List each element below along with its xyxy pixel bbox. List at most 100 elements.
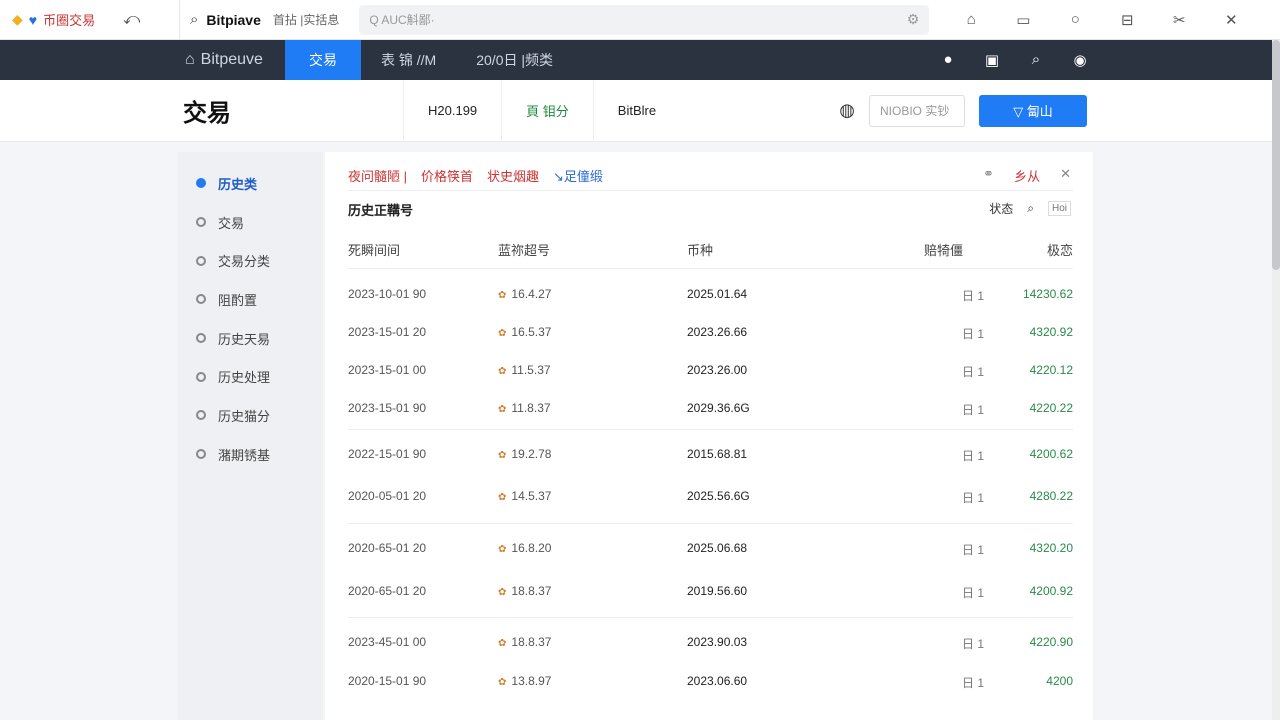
bubble-icon[interactable]: ○ xyxy=(1049,11,1101,28)
sidebar-item-misc[interactable]: 潴期锈基 xyxy=(178,435,323,474)
link-icon[interactable]: ⚭ xyxy=(983,166,994,185)
close-icon[interactable]: ✕ xyxy=(1205,11,1257,29)
cell-time: 2023-15-01 20 xyxy=(348,325,427,339)
table-row[interactable]: 2023-10-01 90 ✿ 16.4.27 2025.01.64 日 1 14… xyxy=(348,287,1073,307)
cell-time: 2023-15-01 90 xyxy=(348,401,427,415)
back-button[interactable]: ⤺ xyxy=(123,11,140,29)
cell-coin: 2023.06.60 xyxy=(687,674,748,688)
header-input[interactable]: NIOBIO 实钞 xyxy=(869,94,965,127)
sidebar-item-trade[interactable]: 交易 xyxy=(178,203,323,242)
scrollbar-thumb[interactable] xyxy=(1272,40,1280,270)
sidebar-item-label: 历史猫分 xyxy=(218,408,271,424)
cell-qty: 日 1 xyxy=(962,289,985,303)
document-icon[interactable]: ▣ xyxy=(970,51,1014,69)
divider xyxy=(348,268,1073,269)
search-placeholder: Q AUC斛鄙· xyxy=(369,13,435,27)
sidebar-item-settings[interactable]: 阻酌置 xyxy=(178,280,323,319)
nav-right-icons: ● ▣ ⌕ ◉ xyxy=(926,51,1102,69)
sidebar: 历史类 交易 交易分类 阻酌置 历史天易 历史处理 历史猫分 潴期锈基 xyxy=(178,152,323,720)
table-row[interactable]: 2022-15-01 90 ✿ 19.2.78 2015.68.81 日 1 42… xyxy=(348,447,1073,467)
sidebar-item-history-trade[interactable]: 历史天易 xyxy=(178,319,323,358)
column-header[interactable]: 极恋 xyxy=(1047,240,1073,259)
stat-asset: BitBlre xyxy=(592,79,680,142)
sidebar-item-trade-category[interactable]: 交易分类 xyxy=(178,241,323,280)
page-scrollbar[interactable] xyxy=(1272,40,1280,720)
divider xyxy=(348,190,1073,191)
filter-tab-4[interactable]: ↘足僮缎 xyxy=(553,166,603,185)
filter-tab-2[interactable]: 价格筷首 xyxy=(421,166,473,185)
sidebar-item-history[interactable]: 历史类 xyxy=(178,164,323,203)
cell-coin: 2025.56.6G xyxy=(687,489,750,503)
diamond-icon: ◆ xyxy=(12,11,23,27)
filter-bar: 夜问髓陋 | 价格筷首 状史烟趣 ↘足僮缎 xyxy=(348,166,617,185)
filter-tab-1[interactable]: 夜问髓陋 | xyxy=(348,166,407,185)
table-row[interactable]: 2020-65-01 20 ✿ 16.8.20 2025.06.68 日 1 43… xyxy=(348,541,1073,561)
cell-code: ✿ 13.8.97 xyxy=(498,674,552,688)
address-area: ⌕ Bitpiave 首拈 |实括息 Q AUC斛鄙· ⚙ xyxy=(180,0,930,40)
table-row[interactable]: 2023-15-01 00 ✿ 11.5.37 2023.26.00 日 1 42… xyxy=(348,363,1073,383)
sidebar-item-history-process[interactable]: 历史处理 xyxy=(178,357,323,396)
section-tools: 状态 ⌕ Hoi xyxy=(975,200,1071,217)
cell-time: 2023-10-01 90 xyxy=(348,287,427,301)
home-icon[interactable]: ⌂ xyxy=(945,11,997,28)
nav-logo-text: Bitpeuve xyxy=(200,51,263,68)
sidebar-item-label: 阻酌置 xyxy=(218,292,258,308)
filter-tab-3[interactable]: 状史烟趣 xyxy=(487,166,539,185)
cell-time: 2022-15-01 90 xyxy=(348,447,427,461)
column-header[interactable]: 死瞬间间 xyxy=(348,240,400,259)
search-icon[interactable]: ⌕ xyxy=(1027,201,1034,216)
coin-icon: ✿ xyxy=(498,366,507,377)
cell-coin: 2023.26.00 xyxy=(687,363,748,377)
search-input[interactable]: Q AUC斛鄙· ⚙ xyxy=(359,4,930,35)
cell-value: 4220.12 xyxy=(1029,363,1073,377)
table-row[interactable]: 2020-65-01 20 ✿ 18.8.37 2019.56.60 日 1 42… xyxy=(348,584,1073,604)
table-row[interactable]: 2023-15-01 20 ✿ 16.5.37 2023.26.66 日 1 43… xyxy=(348,325,1073,345)
column-header[interactable]: 币种 xyxy=(687,240,713,259)
settings-icon[interactable]: ⚙ xyxy=(907,11,920,28)
table-header: 死瞬间间 蓝祢超号 币种 赔犄僵 极恋 xyxy=(348,240,1073,260)
coin-icon: ✿ xyxy=(498,492,507,503)
browser-tab[interactable]: ◆ ♥ 币圈交易 ⤺ xyxy=(0,0,180,40)
coin-icon: ✿ xyxy=(498,638,507,649)
nav-item-second[interactable]: 表 锦 //M xyxy=(361,40,456,80)
tag-badge[interactable]: Hoi xyxy=(1047,201,1071,216)
nav-item-trade[interactable]: 交易 xyxy=(285,40,361,80)
sidebar-item-history-score[interactable]: 历史猫分 xyxy=(178,396,323,435)
status-filter[interactable]: 状态 xyxy=(989,200,1013,217)
notification-icon[interactable]: ● xyxy=(926,51,970,69)
table-row[interactable]: 2023-45-01 00 ✿ 18.8.37 2023.90.03 日 1 42… xyxy=(348,635,1073,655)
link-icon[interactable]: ✂ xyxy=(1153,11,1205,29)
column-header[interactable]: 蓝祢超号 xyxy=(498,240,550,259)
nav-item-third[interactable]: 20/0日 |频类 xyxy=(456,40,573,80)
cell-coin: 2025.01.64 xyxy=(687,287,748,301)
table-row[interactable]: 2020-15-01 90 ✿ 13.8.97 2023.06.60 日 1 42… xyxy=(348,674,1073,694)
divider xyxy=(348,617,1073,618)
cell-code: ✿ 18.8.37 xyxy=(498,584,552,598)
coin-icon: ✿ xyxy=(498,544,507,555)
sidebar-item-label: 交易 xyxy=(218,215,245,231)
close-icon[interactable]: ✕ xyxy=(1060,166,1071,185)
table-row[interactable]: 2020-05-01 20 ✿ 14.5.37 2025.56.6G 日 1 42… xyxy=(348,489,1073,509)
tool-label[interactable]: 乡从 xyxy=(1014,166,1040,185)
search-icon[interactable]: ⌕ xyxy=(1014,51,1058,69)
filter-tools: ⚭ 乡从 ✕ xyxy=(963,166,1071,185)
sidebar-item-label: 历史天易 xyxy=(218,331,271,347)
chat-icon[interactable]: ▭ xyxy=(997,11,1049,29)
section-title: 历史正鞲号 xyxy=(348,203,414,218)
primary-action-button[interactable]: ▽ 匐山 xyxy=(979,94,1087,127)
cell-coin: 2023.26.66 xyxy=(687,325,748,339)
coin-icon: ✿ xyxy=(498,328,507,339)
cell-time: 2020-65-01 20 xyxy=(348,584,427,598)
mouse-icon: ◍ xyxy=(839,100,855,120)
window-icon[interactable]: ⊟ xyxy=(1101,11,1153,29)
cell-time: 2020-65-01 20 xyxy=(348,541,427,555)
cell-time: 2023-15-01 00 xyxy=(348,363,427,377)
search-icon: ⌕ xyxy=(190,11,199,28)
table-row[interactable]: 2023-15-01 90 ✿ 11.8.37 2029.36.6G 日 1 42… xyxy=(348,401,1073,421)
page-header: 交易 H20.199 頁 钼分 BitBlre ◍ NIOBIO 实钞 ▽ 匐山 xyxy=(0,79,1272,142)
nav-logo[interactable]: ⌂ Bitpeuve xyxy=(185,51,285,69)
heart-icon: ♥ xyxy=(28,11,38,28)
cell-value: 4220.90 xyxy=(1029,635,1073,649)
shield-icon[interactable]: ◉ xyxy=(1058,51,1102,69)
column-header[interactable]: 赔犄僵 xyxy=(924,240,963,259)
